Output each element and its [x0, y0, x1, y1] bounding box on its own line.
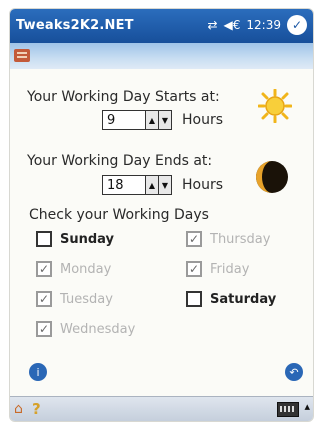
start-label: Your Working Day Starts at: [27, 89, 220, 105]
bottom-bar: ⌂ ? ▴ [10, 396, 313, 421]
day-label-thursday: Thursday [210, 231, 271, 247]
day-friday[interactable]: ✓ Friday [186, 261, 249, 277]
day-label-saturday: Saturday [210, 291, 277, 307]
status-icons: ⇄ ◀€ 12:39 ✓ [207, 15, 307, 35]
sun-icon [258, 89, 292, 123]
info-icon[interactable]: i [29, 363, 47, 381]
checkbox-sunday[interactable] [36, 231, 52, 247]
end-hour-value[interactable]: 18 [102, 175, 146, 195]
day-tuesday[interactable]: ✓ Tuesday [36, 291, 113, 307]
checkbox-friday[interactable]: ✓ [186, 261, 202, 277]
end-hour-unit: Hours [182, 177, 224, 193]
menu-strip [10, 43, 313, 69]
start-hour-unit: Hours [182, 112, 224, 128]
day-sunday[interactable]: Sunday [36, 231, 114, 247]
start-hour-up-button[interactable]: ▲ [146, 110, 159, 130]
days-label: Check your Working Days [29, 207, 209, 223]
day-saturday[interactable]: Saturday [186, 291, 276, 307]
menu-icon[interactable] [14, 49, 30, 62]
keyboard-menu-arrow-icon[interactable]: ▴ [304, 400, 310, 413]
start-hour-value[interactable]: 9 [102, 110, 146, 130]
moon-icon [256, 161, 288, 193]
day-label-monday: Monday [60, 261, 112, 277]
day-wednesday[interactable]: ✓ Wednesday [36, 321, 135, 337]
help-icon[interactable]: ? [32, 400, 41, 418]
ok-circle-icon[interactable]: ✓ [287, 15, 307, 35]
pda-screen: Tweaks2K2.NET ⇄ ◀€ 12:39 ✓ Your Working … [9, 8, 314, 422]
end-hour-down-button[interactable]: ▼ [159, 175, 172, 195]
device-frame: Tweaks2K2.NET ⇄ ◀€ 12:39 ✓ Your Working … [0, 0, 322, 427]
start-hour-spinner[interactable]: 9 ▲ ▼ Hours [102, 110, 223, 130]
day-label-friday: Friday [210, 261, 250, 277]
start-icon[interactable]: ⌂ [14, 401, 23, 417]
keyboard-icon[interactable] [277, 402, 299, 417]
end-label: Your Working Day Ends at: [27, 153, 213, 169]
sync-arrows-icon[interactable]: ⇄ [207, 18, 217, 32]
checkbox-thursday[interactable]: ✓ [186, 231, 202, 247]
end-hour-up-button[interactable]: ▲ [146, 175, 159, 195]
day-label-sunday: Sunday [60, 231, 115, 247]
checkbox-wednesday[interactable]: ✓ [36, 321, 52, 337]
day-monday[interactable]: ✓ Monday [36, 261, 111, 277]
undo-icon[interactable]: ↶ [285, 363, 303, 381]
day-label-tuesday: Tuesday [60, 291, 113, 307]
start-hour-down-button[interactable]: ▼ [159, 110, 172, 130]
title-bar: Tweaks2K2.NET ⇄ ◀€ 12:39 ✓ [10, 9, 313, 43]
clock[interactable]: 12:39 [246, 18, 281, 32]
end-hour-spinner[interactable]: 18 ▲ ▼ Hours [102, 175, 223, 195]
checkbox-tuesday[interactable]: ✓ [36, 291, 52, 307]
speaker-icon[interactable]: ◀€ [224, 18, 241, 32]
app-title: Tweaks2K2.NET [16, 18, 134, 33]
day-label-wednesday: Wednesday [60, 321, 136, 337]
checkbox-monday[interactable]: ✓ [36, 261, 52, 277]
day-thursday[interactable]: ✓ Thursday [186, 231, 270, 247]
checkbox-saturday[interactable] [186, 291, 202, 307]
